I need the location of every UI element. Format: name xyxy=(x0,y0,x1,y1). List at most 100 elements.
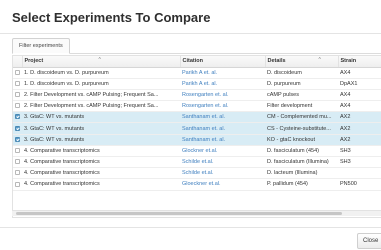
row-checkbox[interactable] xyxy=(15,103,20,109)
citation-link[interactable]: Santhanam et. al. xyxy=(180,134,265,146)
row-checkbox[interactable] xyxy=(15,170,20,176)
citation-link[interactable]: Rosengarten et. al. xyxy=(180,100,265,113)
details-cell: D. fasciculatum (454) xyxy=(265,145,338,158)
tab-filter-experiments[interactable]: Filter experiments xyxy=(12,38,70,54)
row-select-cell[interactable] xyxy=(13,78,22,90)
details-cell: P. pallidum (454) xyxy=(265,178,338,191)
details-cell: D. purpureum xyxy=(265,78,338,90)
row-select-cell[interactable] xyxy=(13,89,22,102)
citation-link[interactable]: Parikh A et. al. xyxy=(180,67,265,79)
citation-link[interactable]: Santhanam et. al. xyxy=(180,122,265,135)
citation-link[interactable]: Schilde et.al. xyxy=(180,167,265,180)
table-row[interactable]: 4. Comparative transcriptomics Schilde et… xyxy=(13,167,381,180)
row-checkbox[interactable] xyxy=(15,69,20,75)
row-select-cell[interactable] xyxy=(13,111,22,124)
experiments-table: Project ^ Citation Details ^ Strain 1. D… xyxy=(13,56,381,191)
sort-ascending-icon: ^ xyxy=(98,57,101,63)
select-column-header xyxy=(13,56,23,68)
project-cell: 4. Comparative transcriptomics xyxy=(22,156,180,169)
strain-cell: AX2 xyxy=(338,111,381,124)
table-row[interactable]: 4. Comparative transcriptomics Schilde et… xyxy=(13,156,381,169)
strain-cell: AX2 xyxy=(338,122,381,135)
table-row[interactable]: 4. Comparative transcriptomics Glockner e… xyxy=(13,145,381,158)
filter-tab-strip: Filter experiments xyxy=(12,38,381,54)
project-cell: 2. Filter Development vs. cAMP Pulsing; … xyxy=(22,100,180,113)
column-header-citation-label: Citation xyxy=(182,58,203,65)
citation-link[interactable]: Parikh A et. al. xyxy=(180,78,265,90)
row-checkbox[interactable] xyxy=(15,181,20,187)
table-row[interactable]: 3. GtaC: WT vs. mutants Santhanam et. al.… xyxy=(13,134,381,146)
strain-cell: SH3 xyxy=(338,156,381,169)
column-header-strain[interactable]: Strain xyxy=(338,56,381,68)
title-divider xyxy=(0,33,381,34)
project-cell: 1. D. discoideum vs. D. purpureum xyxy=(22,78,180,90)
row-checkbox[interactable] xyxy=(15,136,20,142)
table-row[interactable]: 3. GtaC: WT vs. mutants Santhanam et. al.… xyxy=(13,122,381,135)
details-cell: D. fasciculatum (Illumina) xyxy=(265,156,338,169)
table-row[interactable]: 2. Filter Development vs. cAMP Pulsing; … xyxy=(13,100,381,113)
column-header-details[interactable]: Details ^ xyxy=(265,56,339,68)
scrollbar-thumb[interactable] xyxy=(16,212,342,215)
project-cell: 4. Comparative transcriptomics xyxy=(22,145,180,158)
column-header-details-label: Details xyxy=(267,58,286,65)
footer-divider xyxy=(0,227,381,228)
row-checkbox[interactable] xyxy=(15,159,20,165)
project-cell: 4. Comparative transcriptomics xyxy=(22,167,180,180)
citation-link[interactable]: Gloeckner et.al. xyxy=(180,178,265,191)
strain-cell: DpAX1 xyxy=(338,78,381,90)
citation-link[interactable]: Santhanam et. al. xyxy=(180,111,265,124)
citation-link[interactable]: Schilde et.al. xyxy=(180,156,265,169)
row-select-cell[interactable] xyxy=(13,178,22,191)
compare-experiments-dialog: Select Experiments To Compare Filter exp… xyxy=(0,0,381,250)
row-checkbox[interactable] xyxy=(15,80,20,86)
table-row[interactable]: 2. Filter Development vs. cAMP Pulsing; … xyxy=(13,89,381,102)
column-header-strain-label: Strain xyxy=(340,58,357,65)
project-cell: 3. GtaC: WT vs. mutants xyxy=(22,134,180,146)
experiments-grid: Project ^ Citation Details ^ Strain 1. D… xyxy=(12,55,381,218)
details-cell: CM - Complemented mu... xyxy=(265,111,338,124)
row-select-cell[interactable] xyxy=(13,100,22,113)
strain-cell: PN500 xyxy=(338,178,381,191)
strain-cell xyxy=(338,167,381,180)
details-cell: cAMP pulses xyxy=(265,89,338,102)
row-select-cell[interactable] xyxy=(13,122,22,135)
row-select-cell[interactable] xyxy=(13,145,22,158)
citation-link[interactable]: Rosengarten et. al. xyxy=(180,89,265,102)
column-header-project[interactable]: Project ^ xyxy=(22,56,181,68)
row-select-cell[interactable] xyxy=(13,134,22,146)
table-row[interactable]: 3. GtaC: WT vs. mutants Santhanam et. al.… xyxy=(13,111,381,124)
details-cell: Filter development xyxy=(265,100,338,113)
strain-cell: AX4 xyxy=(338,67,381,79)
row-select-cell[interactable] xyxy=(13,167,22,180)
dialog-title: Select Experiments To Compare xyxy=(12,10,211,25)
citation-link[interactable]: Glockner et.al. xyxy=(180,145,265,158)
sort-ascending-icon: ^ xyxy=(318,57,321,63)
project-cell: 1. D. discoideum vs. D. purpureum xyxy=(22,67,180,79)
details-cell: D. discoideum xyxy=(265,67,338,79)
table-row[interactable]: 4. Comparative transcriptomics Gloeckner … xyxy=(13,178,381,191)
column-header-citation[interactable]: Citation xyxy=(180,56,266,68)
table-row[interactable]: 1. D. discoideum vs. D. purpureum Parikh … xyxy=(13,67,381,79)
experiments-table-body: 1. D. discoideum vs. D. purpureum Parikh … xyxy=(13,67,381,191)
horizontal-scrollbar[interactable] xyxy=(12,210,381,216)
details-cell: KO - gtaC knockout xyxy=(265,134,338,146)
details-cell: CS - Cysteine-substitute... xyxy=(265,122,338,135)
strain-cell: AX4 xyxy=(338,100,381,113)
row-checkbox[interactable] xyxy=(15,147,20,153)
details-cell: D. lacteum (Illumina) xyxy=(265,167,338,180)
strain-cell: AX4 xyxy=(338,89,381,102)
project-cell: 3. GtaC: WT vs. mutants xyxy=(22,122,180,135)
row-checkbox[interactable] xyxy=(15,114,20,120)
project-cell: 3. GtaC: WT vs. mutants xyxy=(22,111,180,124)
header-row: Project ^ Citation Details ^ Strain xyxy=(13,56,381,68)
column-header-project-label: Project xyxy=(24,58,44,65)
table-row[interactable]: 1. D. discoideum vs. D. purpureum Parikh … xyxy=(13,78,381,90)
project-cell: 4. Comparative transcriptomics xyxy=(22,178,180,191)
strain-cell: AX2 xyxy=(338,134,381,146)
row-checkbox[interactable] xyxy=(15,92,20,98)
row-select-cell[interactable] xyxy=(13,67,22,79)
project-cell: 2. Filter Development vs. cAMP Pulsing; … xyxy=(22,89,180,102)
close-button[interactable]: Close xyxy=(357,233,381,249)
row-checkbox[interactable] xyxy=(15,125,20,131)
row-select-cell[interactable] xyxy=(13,156,22,169)
